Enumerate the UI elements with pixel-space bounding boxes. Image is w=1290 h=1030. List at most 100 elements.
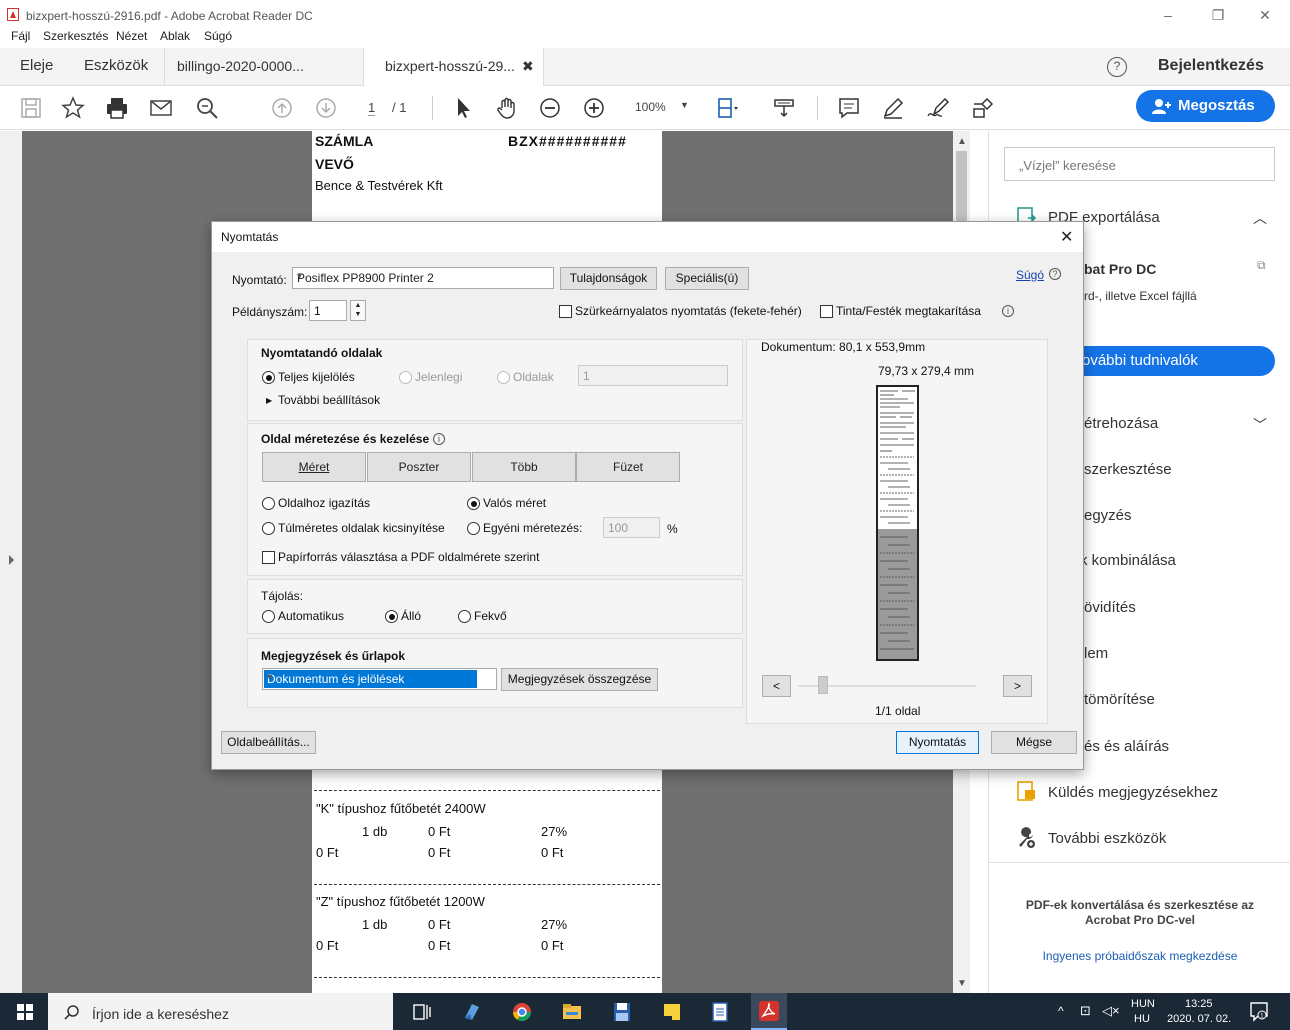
comment-icon[interactable] [837, 96, 861, 120]
shrink-radio[interactable] [262, 522, 275, 535]
tool-item-protect[interactable]: lem [1084, 645, 1108, 662]
free-trial-link[interactable]: Ingyenes próbaidőszak megkezdése [1010, 949, 1270, 963]
file-explorer-icon[interactable] [562, 1002, 582, 1022]
document-app-icon[interactable] [710, 1002, 730, 1022]
custom-scale-input[interactable]: 100 [603, 517, 660, 538]
tab-close-icon[interactable]: ✖ [522, 58, 534, 75]
help-icon[interactable]: ? [1107, 57, 1127, 77]
language-indicator[interactable]: HUN [1131, 998, 1155, 1010]
tool-item-redact[interactable]: övidítés [1084, 599, 1136, 616]
read-mode-icon[interactable] [772, 96, 796, 120]
advanced-button[interactable]: Speciális(ú) [665, 267, 749, 290]
sticky-notes-icon[interactable] [662, 1002, 682, 1022]
clock-time[interactable]: 13:25 [1185, 998, 1213, 1010]
multiple-tab-button[interactable]: Több [472, 452, 576, 482]
menu-edit[interactable]: Szerkesztés [43, 29, 108, 43]
zoom-caret-icon[interactable]: ▼ [680, 100, 689, 110]
tool-item-create[interactable]: étrehozása [1084, 415, 1158, 432]
size-tab-button[interactable]: Méret [262, 452, 366, 482]
page-setup-button[interactable]: Oldalbeállítás... [221, 731, 316, 754]
clock-date[interactable]: 2020. 07. 02. [1167, 1013, 1231, 1025]
hand-tool-icon[interactable] [495, 96, 519, 120]
scroll-down-icon[interactable]: ▼ [957, 978, 967, 989]
network-icon[interactable]: ⊡ [1080, 1003, 1091, 1019]
copy-icon[interactable]: ⧉ [1257, 258, 1266, 273]
summarize-comments-button[interactable]: Megjegyzések összegzése [501, 668, 658, 691]
dialog-close-icon[interactable]: ✕ [1060, 227, 1073, 247]
print-button[interactable]: Nyomtatás [896, 731, 979, 754]
printer-select[interactable]: Posiflex PP8900 Printer 2 ▾ [292, 267, 554, 289]
chevron-down-icon[interactable]: ﹀ [1253, 415, 1267, 435]
info-icon[interactable]: i [433, 433, 445, 445]
next-preview-button[interactable]: > [1003, 675, 1032, 697]
tray-overflow-icon[interactable]: ^ [1058, 1004, 1064, 1018]
keyboard-layout-indicator[interactable]: HU [1134, 1013, 1150, 1025]
tool-item-combine[interactable]: k kombinálása [1080, 552, 1176, 569]
actual-size-radio[interactable] [467, 497, 480, 510]
more-tools-icon[interactable] [970, 96, 994, 120]
portrait-radio[interactable] [385, 610, 398, 623]
notification-center-icon[interactable]: 1 [1250, 1002, 1268, 1022]
email-icon[interactable] [149, 96, 173, 120]
zoom-level-select[interactable]: 100% [635, 100, 666, 114]
custom-scale-radio[interactable] [467, 522, 480, 535]
menu-view[interactable]: Nézet [116, 29, 147, 43]
windows-start-icon[interactable] [17, 1004, 33, 1020]
current-page-radio[interactable] [399, 371, 412, 384]
tool-item-fill-sign[interactable]: és és aláírás [1084, 738, 1169, 755]
sign-pen-icon[interactable] [926, 96, 950, 120]
bookmark-star-icon[interactable] [61, 96, 85, 120]
copies-input[interactable]: 1 [309, 300, 347, 321]
save-icon[interactable] [19, 96, 43, 120]
tools-search-input[interactable]: „Vízjel” keresése [1004, 147, 1275, 181]
prev-preview-button[interactable]: < [762, 675, 791, 697]
booklet-tab-button[interactable]: Füzet [576, 452, 680, 482]
chevron-up-icon[interactable]: ︿ [1253, 208, 1267, 228]
zoom-in-icon[interactable] [582, 96, 606, 120]
tab-home[interactable]: Eleje [20, 57, 53, 74]
paper-source-checkbox[interactable] [262, 551, 275, 564]
pages-radio[interactable] [497, 371, 510, 384]
close-window-button[interactable]: ✕ [1245, 4, 1285, 26]
minimize-button[interactable]: – [1148, 4, 1188, 26]
notepad-app-icon[interactable] [462, 1002, 482, 1022]
highlight-pen-icon[interactable] [881, 96, 905, 120]
cancel-button[interactable]: Mégse [991, 731, 1077, 754]
grayscale-checkbox[interactable] [559, 305, 572, 318]
info-icon[interactable]: i [1002, 305, 1014, 317]
volume-icon[interactable]: ◁× [1102, 1003, 1120, 1019]
zoom-out-icon[interactable] [538, 96, 562, 120]
save-disk-app-icon[interactable] [612, 1002, 632, 1022]
tab-doc-bizxpert[interactable]: bizxpert-hosszú-29... ✖ [364, 48, 544, 86]
more-tools-item[interactable]: További eszközök [1048, 830, 1166, 847]
taskbar-search-box[interactable]: Írjon ide a kereséshez [48, 993, 393, 1030]
fit-radio[interactable] [262, 497, 275, 510]
tool-item-comment[interactable]: egyzés [1084, 507, 1132, 524]
copies-stepper[interactable]: ▲ ▼ [350, 300, 366, 321]
all-pages-radio[interactable] [262, 371, 275, 384]
navigation-pane-toggle[interactable] [0, 131, 22, 993]
poster-tab-button[interactable]: Poszter [367, 452, 471, 482]
next-page-icon[interactable] [314, 96, 338, 120]
prev-page-icon[interactable] [270, 96, 294, 120]
learn-more-button[interactable]: ovábbi tudnivalók [1060, 346, 1275, 376]
scroll-up-icon[interactable]: ▲ [957, 136, 967, 147]
select-cursor-icon[interactable] [452, 96, 476, 120]
comments-select[interactable]: Dokumentum és jelölések ▾ [262, 668, 497, 690]
properties-button[interactable]: Tulajdonságok [560, 267, 657, 290]
expand-triangle-icon[interactable]: ▶ [266, 396, 272, 405]
pages-range-input[interactable]: 1 [578, 365, 728, 386]
menu-file[interactable]: Fájl [11, 29, 30, 43]
send-comments-item[interactable]: Küldés megjegyzésekhez [1048, 784, 1218, 801]
landscape-radio[interactable] [458, 610, 471, 623]
acrobat-task-active[interactable] [751, 993, 787, 1030]
page-number-input[interactable]: 1 [368, 100, 376, 116]
find-zoom-icon[interactable] [195, 96, 219, 120]
help-link[interactable]: Súgó [1016, 268, 1044, 282]
preview-slider-thumb[interactable] [818, 676, 828, 694]
task-view-icon[interactable] [412, 1002, 432, 1022]
restore-button[interactable]: ❐ [1198, 4, 1238, 26]
chrome-icon[interactable] [512, 1002, 532, 1022]
tool-item-compress[interactable]: tömörítése [1084, 691, 1155, 708]
more-options-link[interactable]: További beállítások [278, 393, 380, 407]
